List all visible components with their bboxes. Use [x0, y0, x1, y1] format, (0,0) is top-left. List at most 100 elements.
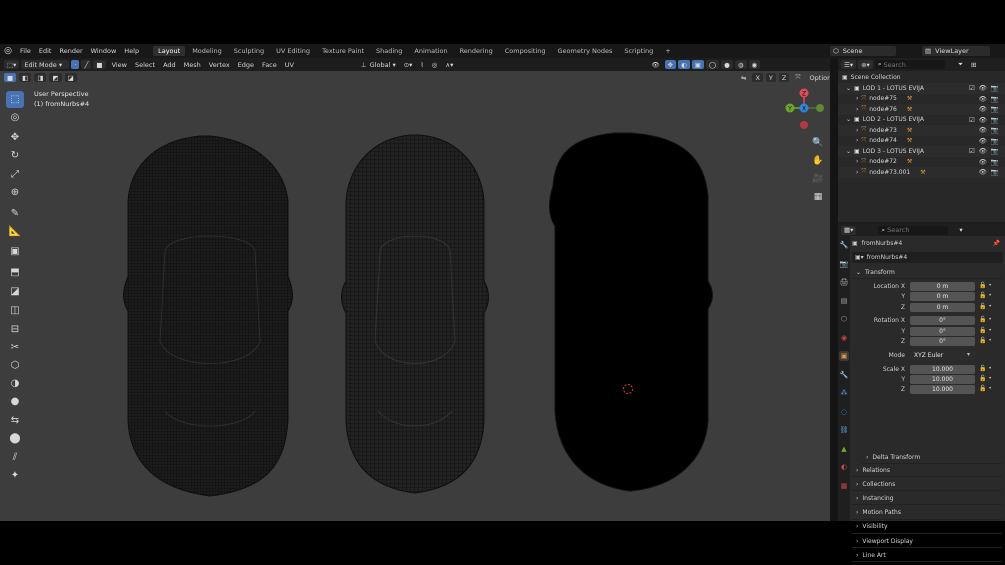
scale-x-field[interactable]: 10.000 [910, 364, 975, 374]
tab-layout[interactable]: Layout [153, 46, 186, 56]
rip-icon[interactable]: ✦ [6, 467, 24, 484]
shading-rendered-icon[interactable]: ◉ [748, 60, 761, 69]
section-visibility[interactable]: › Visibility [852, 521, 1002, 534]
collection-row[interactable]: ⌄ ▣ LOD 2 - LOTUS EVIJA ☑ 👁 📷 [838, 115, 1005, 126]
select-mode-vertex[interactable]: · [71, 60, 80, 69]
mirror-x-button[interactable]: X [752, 73, 763, 82]
material-tab-icon[interactable]: ◐ [839, 462, 849, 472]
properties-editor-icon[interactable]: ▦▾ [841, 225, 857, 235]
properties-options-icon[interactable]: ▾ [956, 226, 965, 235]
lock-icon[interactable]: 🔓 • [979, 337, 992, 344]
eye-icon[interactable]: 👁 [979, 147, 987, 155]
chevron-right-icon[interactable]: › [856, 127, 858, 134]
section-motion-paths[interactable]: › Motion Paths [852, 507, 1002, 520]
tab-compositing[interactable]: Compositing [500, 46, 551, 56]
pin-icon[interactable]: 📌 [993, 240, 1000, 247]
lock-icon[interactable]: 🔓 • [979, 282, 992, 289]
tab-animation[interactable]: Animation [409, 46, 452, 56]
spin-icon[interactable]: ◑ [6, 375, 24, 392]
blender-logo-icon[interactable]: ◎ [0, 46, 16, 56]
menu-mesh[interactable]: Mesh [180, 61, 205, 69]
lock-icon[interactable]: 🔓 • [979, 375, 992, 382]
menu-help[interactable]: Help [120, 47, 143, 55]
render-tab-icon[interactable]: 📷 [839, 259, 849, 269]
eye-icon[interactable]: 👁 [979, 105, 987, 113]
3d-viewport[interactable]: ■ ◧ ◨ ◩ ◪ ⇋ X Y Z ⤧ Options ▾ User Persp… [0, 71, 830, 521]
move-icon[interactable]: ✥ [6, 129, 24, 146]
mirror-y-button[interactable]: Y [765, 73, 776, 82]
shear-icon[interactable]: ⫽ [6, 449, 24, 466]
chevron-down-icon[interactable]: ⌄ [846, 85, 851, 92]
chevron-right-icon[interactable]: › [856, 169, 858, 176]
menu-face[interactable]: Face [258, 61, 281, 69]
object-row[interactable]: › ⤧ node#73 ⚒ 👁 📷 [838, 125, 1005, 136]
rotate-icon[interactable]: ↻ [6, 147, 24, 164]
falloff-icon[interactable]: ∧▾ [442, 60, 456, 69]
rotation-x-field[interactable]: 0° [910, 316, 975, 326]
select-new-icon[interactable]: ■ [4, 73, 17, 82]
shrink-fatten-icon[interactable]: ⬤ [6, 430, 24, 447]
section-relations[interactable]: › Relations [852, 464, 1002, 477]
mode-selector[interactable]: Edit Mode ▾ [21, 60, 70, 69]
world-tab-icon[interactable]: ◉ [839, 333, 849, 343]
scene-tab-icon[interactable]: ⬡ [839, 314, 849, 324]
camera-view-icon[interactable]: 🎥 [811, 172, 825, 186]
menu-add[interactable]: Add [159, 61, 180, 69]
shading-solid-icon[interactable]: ● [721, 60, 733, 69]
options-dropdown[interactable]: Options ▾ [807, 73, 830, 82]
snap-icon[interactable]: ⌇ [417, 60, 426, 69]
modifier-tab-icon[interactable]: 🔧 [839, 370, 849, 380]
section-viewport-display[interactable]: › Viewport Display [852, 535, 1002, 548]
outliner-root[interactable]: ▣ Scene Collection [838, 72, 1005, 83]
overlay-toggle-icon[interactable]: ◐ [678, 60, 690, 69]
xray-toggle-icon[interactable]: ▣ [691, 60, 704, 69]
gizmo-neg-z-axis[interactable] [800, 121, 808, 129]
eye-icon[interactable]: 👁 [979, 126, 987, 134]
select-mode-face[interactable]: ■ [93, 60, 106, 69]
exclude-checkbox[interactable]: ☑ [969, 84, 975, 92]
particles-tab-icon[interactable]: ⁂ [839, 388, 849, 398]
view-layer-selector[interactable]: ▤ ViewLayer [922, 46, 990, 56]
chevron-right-icon[interactable]: › [856, 95, 858, 102]
lock-icon[interactable]: 🔓 • [979, 327, 992, 334]
menu-render[interactable]: Render [55, 47, 86, 55]
visibility-icon[interactable]: 👁 [648, 60, 662, 69]
eye-icon[interactable]: 👁 [979, 84, 987, 92]
poly-build-icon[interactable]: ⬡ [6, 357, 24, 374]
tab-rendering[interactable]: Rendering [455, 46, 498, 56]
editor-type-button[interactable]: ⬚▾ [4, 60, 20, 69]
menu-edge[interactable]: Edge [234, 61, 258, 69]
proportional-edit-icon[interactable]: ◎ [429, 60, 441, 69]
lock-icon[interactable]: 🔓 • [979, 385, 992, 392]
exclude-checkbox[interactable]: ☑ [969, 147, 975, 155]
shading-material-icon[interactable]: ◍ [734, 60, 747, 69]
camera-icon[interactable]: 📷 [991, 168, 999, 176]
display-mode-icon[interactable]: ⊚▾ [858, 60, 873, 69]
texture-tab-icon[interactable]: ▦ [839, 481, 849, 491]
menu-window[interactable]: Window [87, 47, 121, 55]
zoom-icon[interactable]: 🔍 [811, 136, 825, 150]
rotation-z-field[interactable]: 0° [910, 337, 975, 346]
mirror-z-button[interactable]: Z [778, 73, 790, 82]
gizmo-toggle-icon[interactable]: ✥ [664, 60, 677, 69]
select-extend-icon[interactable]: ◧ [19, 73, 32, 82]
add-workspace-button[interactable]: + [660, 46, 675, 56]
camera-icon[interactable]: 📷 [991, 147, 999, 155]
object-row[interactable]: › ⤧ node#76 ⚒ 👁 📷 [838, 104, 1005, 115]
object-row[interactable]: › ⤧ node#75 ⚒ 👁 📷 [838, 94, 1005, 105]
rotation-y-field[interactable]: 0° [910, 326, 975, 336]
scale-z-field[interactable]: 10.000 [910, 385, 975, 395]
constraints-tab-icon[interactable]: ⛓ [839, 425, 849, 435]
tab-shading[interactable]: Shading [371, 46, 407, 56]
section-collections[interactable]: › Collections [852, 478, 1002, 492]
select-mode-edge[interactable]: ╱ [81, 60, 92, 69]
menu-uv[interactable]: UV [281, 61, 298, 69]
eye-icon[interactable]: 👁 [979, 116, 987, 124]
knife-icon[interactable]: ✂ [6, 339, 24, 356]
view-layer-tab-icon[interactable]: ▤ [839, 296, 849, 306]
car-mesh-lod1[interactable] [123, 135, 293, 497]
data-tab-icon[interactable]: ▲ [839, 444, 849, 454]
tab-scripting[interactable]: Scripting [619, 46, 658, 56]
measure-icon[interactable]: 📐 [6, 223, 24, 240]
collection-row[interactable]: ⌄ ▣ LOD 1 - LOTUS EVIJA ☑ 👁 📷 [838, 83, 1005, 94]
